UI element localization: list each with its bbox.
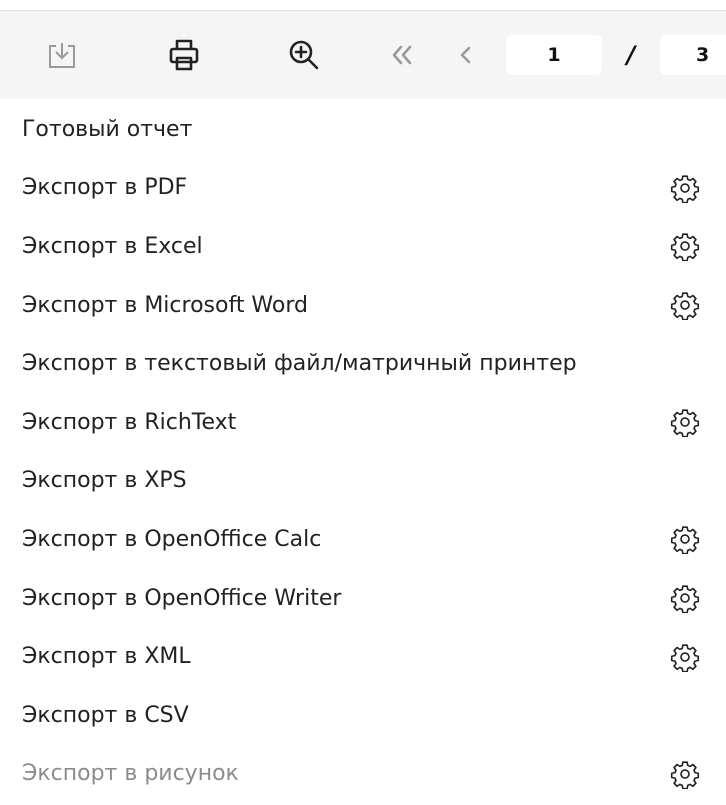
gear-icon[interactable] bbox=[670, 524, 700, 555]
menu-item[interactable]: Экспорт в XPS bbox=[0, 452, 726, 511]
gear-icon[interactable] bbox=[670, 407, 700, 438]
menu-item[interactable]: Экспорт в текстовый файл/матричный принт… bbox=[0, 334, 726, 393]
menu-item-label: Экспорт в OpenOffice Calc bbox=[22, 526, 322, 552]
menu-item[interactable]: Экспорт в XML bbox=[0, 627, 726, 686]
export-menu: Готовый отчет Экспорт в PDF Экспорт в Exce… bbox=[0, 100, 726, 803]
menu-item-label: Экспорт в OpenOffice Writer bbox=[22, 585, 342, 611]
menu-item-label: Экспорт в XML bbox=[22, 644, 191, 670]
gear-icon[interactable] bbox=[670, 231, 700, 262]
menu-item-label: Готовый отчет bbox=[22, 116, 193, 142]
gear-icon[interactable] bbox=[670, 173, 700, 204]
menu-item-label: Экспорт в Excel bbox=[22, 233, 203, 259]
menu-item-label: Экспорт в XPS bbox=[22, 468, 187, 494]
current-page-input[interactable]: 1 bbox=[506, 35, 602, 75]
page-separator: / bbox=[626, 41, 636, 69]
report-toolbar: 1 / 3 bbox=[0, 11, 726, 99]
previous-page-icon[interactable] bbox=[446, 35, 486, 75]
gear-icon[interactable] bbox=[670, 583, 700, 614]
total-pages: 3 bbox=[660, 35, 726, 75]
menu-item[interactable]: Экспорт в RichText bbox=[0, 393, 726, 452]
menu-item-label: Экспорт в RichText bbox=[22, 409, 237, 435]
menu-item[interactable]: Экспорт в Excel bbox=[0, 217, 726, 276]
first-page-icon[interactable] bbox=[382, 35, 422, 75]
menu-item[interactable]: Экспорт в PDF bbox=[0, 159, 726, 218]
menu-item[interactable]: Готовый отчет bbox=[0, 100, 726, 159]
menu-item-label: Экспорт в текстовый файл/матричный принт… bbox=[22, 351, 577, 377]
menu-item[interactable]: Экспорт в OpenOffice Calc bbox=[0, 510, 726, 569]
zoom-in-icon[interactable] bbox=[284, 35, 324, 75]
gear-icon[interactable] bbox=[670, 759, 700, 790]
gear-icon[interactable] bbox=[670, 290, 700, 321]
menu-item-label: Экспорт в рисунок bbox=[22, 761, 239, 787]
menu-item[interactable]: Экспорт в CSV bbox=[0, 686, 726, 745]
menu-item-label: Экспорт в Microsoft Word bbox=[22, 292, 308, 318]
menu-item-label: Экспорт в PDF bbox=[22, 175, 188, 201]
menu-item[interactable]: Экспорт в OpenOffice Writer bbox=[0, 569, 726, 628]
gear-icon[interactable] bbox=[670, 642, 700, 673]
download-icon[interactable] bbox=[42, 35, 82, 75]
menu-item-label: Экспорт в CSV bbox=[22, 702, 189, 728]
menu-item[interactable]: Экспорт в рисунок bbox=[0, 745, 726, 804]
menu-item[interactable]: Экспорт в Microsoft Word bbox=[0, 276, 726, 335]
print-icon[interactable] bbox=[164, 35, 204, 75]
